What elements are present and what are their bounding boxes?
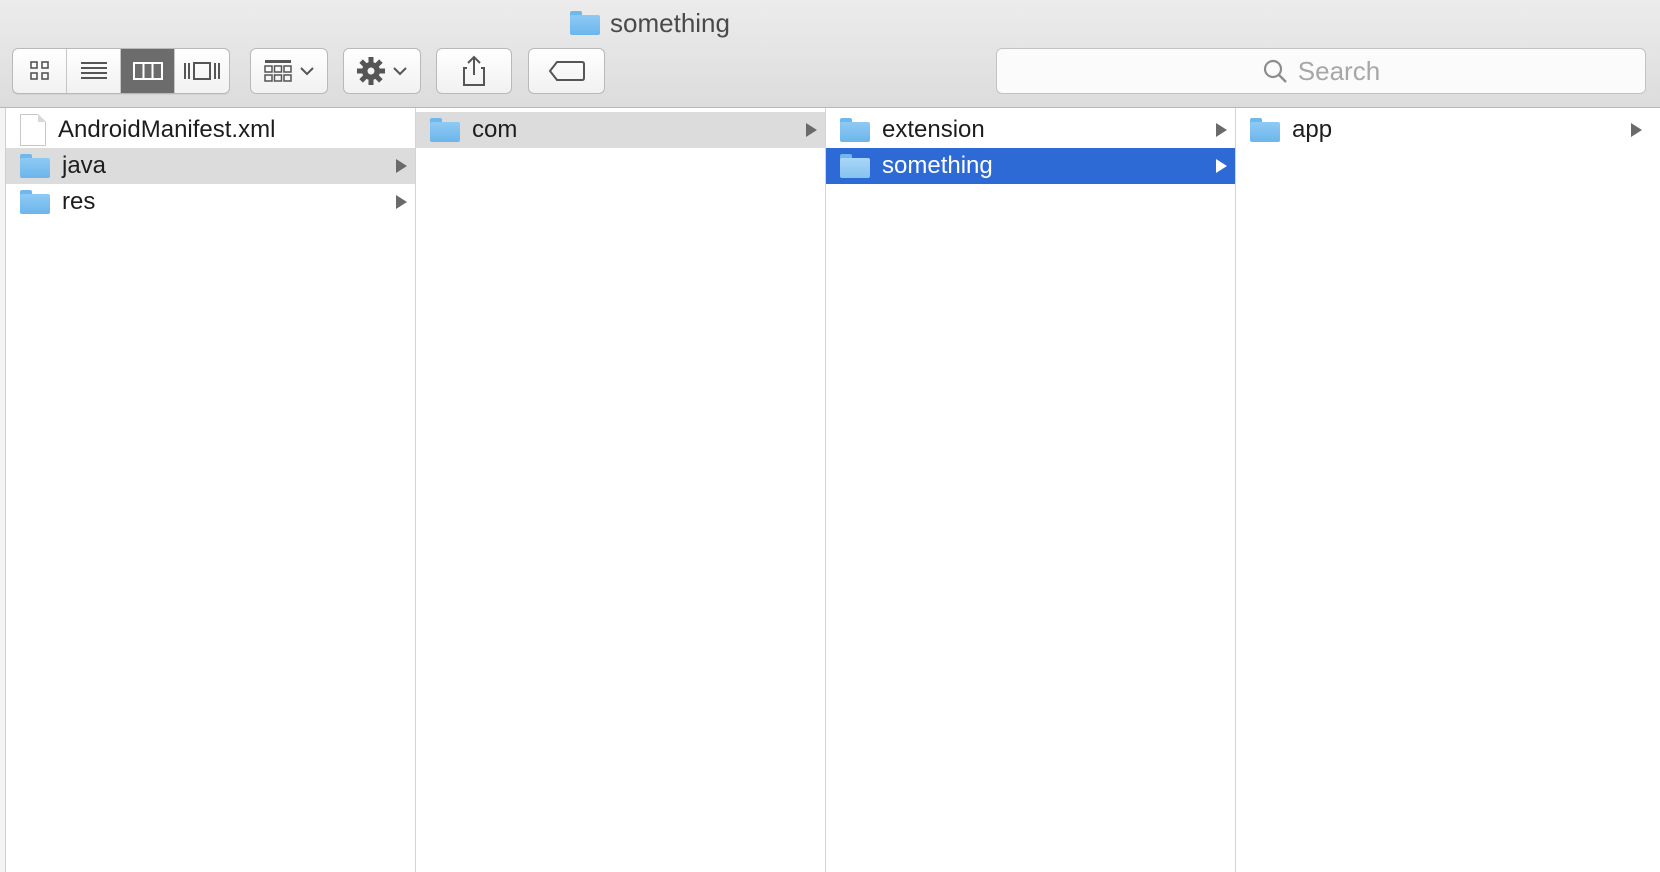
folder-icon: [20, 190, 50, 214]
search-icon: [1263, 59, 1287, 83]
disclosure-arrow-icon: [1216, 123, 1227, 137]
list-view-button[interactable]: [67, 49, 121, 93]
item-name: res: [62, 188, 96, 215]
folder-row-selected[interactable]: something: [826, 148, 1235, 184]
item-name: something: [882, 152, 993, 179]
icon-view-button[interactable]: [13, 49, 67, 93]
folder-icon: [840, 118, 870, 142]
search-placeholder: Search: [1297, 55, 1381, 86]
browser-column[interactable]: extension something: [826, 108, 1236, 872]
folder-row[interactable]: app: [1236, 112, 1650, 148]
chevron-down-icon: [300, 67, 314, 76]
file-row[interactable]: AndroidManifest.xml: [6, 112, 415, 148]
search-field[interactable]: Search: [996, 48, 1646, 94]
folder-icon: [570, 11, 601, 35]
item-name: com: [472, 116, 518, 143]
folder-row[interactable]: java: [6, 148, 415, 184]
browser-column[interactable]: com: [416, 108, 826, 872]
view-mode-control: [12, 48, 230, 94]
toolbar: something Search: [0, 0, 1660, 108]
item-name: java: [62, 152, 107, 179]
column-browser: AndroidManifest.xml java res com extensi…: [6, 108, 1650, 872]
item-name: AndroidManifest.xml: [58, 116, 276, 143]
folder-icon: [430, 118, 460, 142]
gear-icon: [357, 57, 385, 85]
browser-column[interactable]: app: [1236, 108, 1650, 872]
document-icon: [20, 114, 46, 146]
column-view-icon: [132, 62, 163, 80]
disclosure-arrow-icon: [396, 195, 407, 209]
arrange-icon: [264, 60, 292, 82]
disclosure-arrow-icon: [1631, 123, 1642, 137]
folder-row[interactable]: res: [6, 184, 415, 220]
cover-flow-icon: [184, 62, 220, 80]
folder-icon: [20, 154, 50, 178]
item-name: app: [1292, 116, 1333, 143]
window-title: something: [0, 6, 1300, 40]
arrange-button[interactable]: [250, 48, 328, 94]
chevron-down-icon: [393, 67, 407, 76]
item-name: extension: [882, 116, 985, 143]
folder-row[interactable]: extension: [826, 112, 1235, 148]
browser-column[interactable]: AndroidManifest.xml java res: [6, 108, 416, 872]
column-view-button[interactable]: [121, 49, 175, 93]
share-icon: [463, 55, 485, 86]
cover-flow-button[interactable]: [175, 49, 229, 93]
window-title-text: something: [610, 7, 730, 38]
folder-row[interactable]: com: [416, 112, 825, 148]
folder-icon: [840, 154, 870, 178]
folder-icon: [1250, 118, 1280, 142]
finder-window: something Search AndroidManifest.xml jav…: [0, 0, 1660, 872]
list-view-icon: [80, 62, 107, 79]
tag-button[interactable]: [528, 48, 605, 94]
disclosure-arrow-icon: [396, 159, 407, 173]
disclosure-arrow-icon: [806, 123, 817, 137]
share-button[interactable]: [436, 48, 512, 94]
action-button[interactable]: [343, 48, 421, 94]
icon-view-icon: [29, 61, 49, 80]
tag-icon: [548, 61, 585, 81]
disclosure-arrow-icon: [1216, 159, 1227, 173]
